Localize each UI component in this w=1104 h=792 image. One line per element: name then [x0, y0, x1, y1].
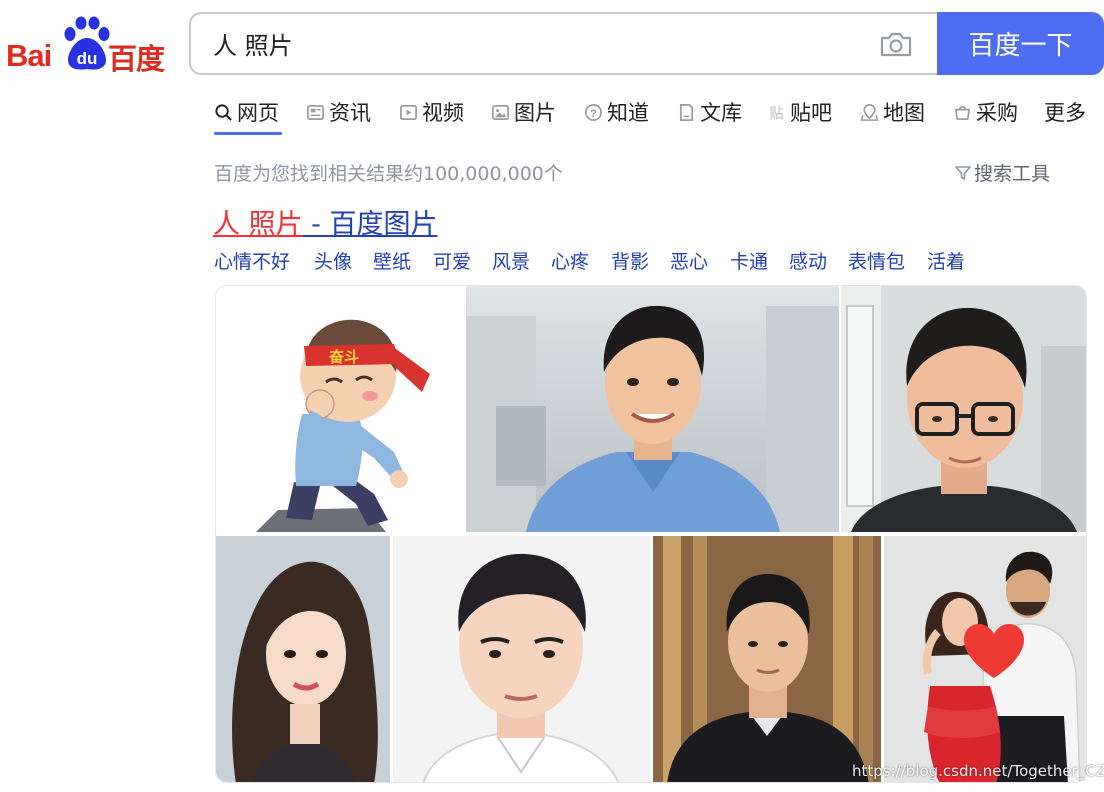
related-tag[interactable]: 头像: [314, 247, 352, 274]
tab-video[interactable]: 视频: [399, 92, 464, 132]
baidu-logo[interactable]: Bai du 百度: [6, 14, 166, 76]
couple-heart-image: [884, 536, 1086, 782]
document-icon: [679, 103, 694, 121]
logo-text-du: du: [77, 49, 98, 68]
image-thumbnail-cartoon[interactable]: 奋斗: [216, 286, 464, 532]
tab-more[interactable]: 更多: [1044, 92, 1086, 132]
search-icon: [215, 103, 232, 121]
image-icon: [492, 104, 509, 120]
search-input[interactable]: [213, 26, 833, 60]
related-tag[interactable]: 活着: [927, 247, 965, 274]
related-tag[interactable]: 表情包: [848, 247, 905, 274]
tab-images-label: 图片: [514, 101, 556, 125]
image-result-grid: 奋斗: [215, 285, 1087, 783]
image-thumbnail-man-blue-shirt[interactable]: [466, 286, 839, 532]
result-title-link[interactable]: 人 照片 - 百度图片: [213, 202, 438, 241]
svg-text:贴: 贴: [769, 105, 783, 122]
news-icon: [307, 104, 324, 120]
related-tag[interactable]: 感动: [789, 247, 827, 274]
video-icon: [400, 104, 417, 120]
tieba-icon: 贴: [769, 105, 783, 122]
image-thumbnail-woman[interactable]: [216, 536, 390, 782]
active-tab-indicator: [214, 132, 282, 135]
image-thumbnail-man-sweater[interactable]: [653, 536, 881, 782]
tab-images[interactable]: 图片: [491, 92, 556, 132]
cartoon-headband-text: 奋斗: [328, 348, 359, 366]
tab-zhidao-label: 知道: [607, 101, 649, 125]
related-tag[interactable]: 恶心: [670, 247, 708, 274]
tab-web-label: 网页: [237, 101, 279, 125]
related-tag[interactable]: 卡通: [730, 247, 768, 274]
tab-wenku-label: 文库: [700, 101, 742, 125]
image-thumbnail-man-glasses[interactable]: [841, 286, 1086, 532]
tab-more-label: 更多: [1044, 101, 1086, 125]
search-button[interactable]: 百度一下: [937, 12, 1104, 75]
search-box: [189, 12, 937, 75]
tab-news-label: 资讯: [329, 101, 371, 125]
image-thumbnail-young-man[interactable]: [393, 536, 651, 782]
paw-logo-icon: du: [64, 16, 110, 70]
search-tools-button[interactable]: 搜索工具: [954, 159, 1050, 186]
tab-map[interactable]: 地图: [860, 92, 925, 132]
related-tag[interactable]: 心情不好: [214, 247, 290, 274]
svg-text:?: ?: [590, 107, 597, 119]
woman-portrait-image: [216, 536, 390, 782]
question-icon: ?: [585, 103, 602, 121]
tab-tieba-label: 贴吧: [790, 101, 832, 125]
map-icon: [860, 103, 879, 121]
shopping-icon: [954, 105, 971, 120]
related-tag[interactable]: 心疼: [551, 247, 589, 274]
tab-zhidao[interactable]: ? 知道: [584, 92, 649, 132]
cartoon-boy-image: 奋斗: [216, 286, 464, 532]
tab-news[interactable]: 资讯: [306, 92, 371, 132]
tab-shopping[interactable]: 采购: [953, 92, 1018, 132]
tab-tieba[interactable]: 贴 贴吧: [767, 92, 832, 132]
result-title-rest: - 百度图片: [302, 209, 438, 240]
related-tag[interactable]: 背影: [611, 247, 649, 274]
young-man-image: [393, 536, 651, 782]
camera-icon[interactable]: [879, 30, 913, 58]
result-count: 百度为您找到相关结果约100,000,000个: [214, 163, 563, 185]
filter-icon: [955, 165, 971, 180]
watermark-text: https://blog.csdn.net/Together_CZ: [852, 762, 1104, 780]
man-glasses-image: [841, 286, 1086, 532]
man-sweater-image: [653, 536, 881, 782]
tab-video-label: 视频: [422, 101, 464, 125]
logo-text-bai: Bai: [6, 38, 52, 73]
man-blue-shirt-image: [466, 286, 839, 532]
tab-shopping-label: 采购: [976, 101, 1018, 125]
search-tools-label: 搜索工具: [974, 163, 1051, 185]
related-tag[interactable]: 风景: [492, 247, 530, 274]
tab-map-label: 地图: [883, 101, 925, 125]
image-thumbnail-couple[interactable]: [884, 536, 1086, 782]
tab-web[interactable]: 网页: [214, 92, 279, 132]
related-tag[interactable]: 可爱: [433, 247, 471, 274]
logo-text-baidu: 百度: [108, 42, 165, 76]
tab-wenku[interactable]: 文库: [677, 92, 742, 132]
related-tag[interactable]: 壁纸: [373, 247, 411, 274]
result-title-highlight: 人 照片: [213, 209, 303, 240]
